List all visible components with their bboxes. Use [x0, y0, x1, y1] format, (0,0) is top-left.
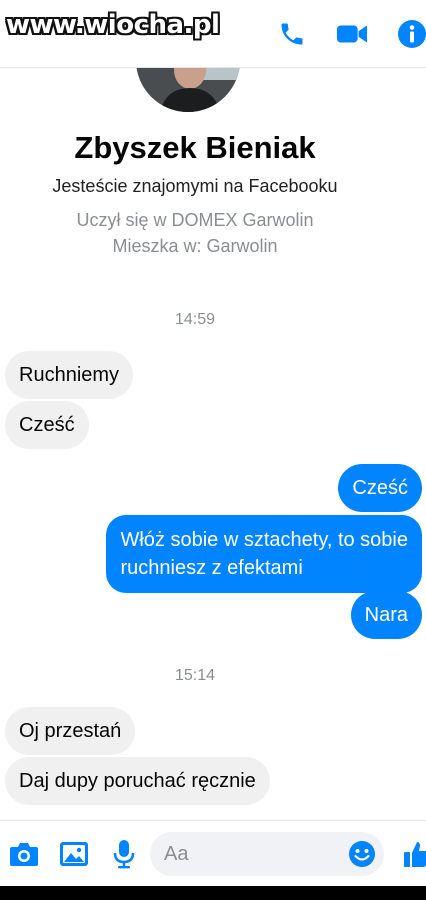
phone-icon[interactable] — [276, 18, 308, 50]
profile-education: Uczył się w DOMEX Garwolin — [76, 210, 314, 230]
timestamp: 14:59 — [174, 311, 216, 328]
message-text-line: Włóż sobie w sztachety, to sobie — [120, 529, 408, 551]
message-text: Nara — [364, 604, 408, 626]
incoming-message[interactable]: Oj przestań — [5, 707, 136, 755]
info-icon[interactable] — [396, 18, 426, 50]
emoji-icon[interactable] — [346, 838, 378, 870]
system-navigation-bar — [0, 886, 426, 900]
gallery-icon[interactable] — [58, 838, 90, 870]
timestamp: 15:14 — [174, 667, 216, 684]
video-camera-icon[interactable] — [336, 18, 368, 50]
message-composer — [0, 820, 426, 886]
friends-status: Jesteście znajomymi na Facebooku — [52, 176, 338, 196]
incoming-message[interactable]: Daj dupy poruchać ręcznie — [5, 757, 270, 805]
outgoing-message[interactable]: Nara — [350, 591, 422, 639]
message-input-container[interactable] — [150, 832, 384, 876]
message-text-line: ruchniesz z efektami — [120, 557, 303, 579]
profile-location: Mieszka w: Garwolin — [112, 236, 278, 256]
incoming-message[interactable]: Cześć — [5, 401, 89, 449]
outgoing-message[interactable]: Włóż sobie w sztachety, to sobie ruchnie… — [106, 515, 422, 593]
message-text: Cześć — [352, 477, 408, 499]
outgoing-message[interactable]: Cześć — [338, 464, 422, 512]
message-text: Cześć — [19, 414, 75, 436]
message-text: Ruchniemy — [19, 364, 120, 386]
incoming-message[interactable]: Ruchniemy — [5, 351, 134, 399]
message-text: Daj dupy poruchać ręcznie — [19, 770, 256, 792]
message-input[interactable] — [164, 832, 344, 876]
microphone-icon[interactable] — [108, 838, 140, 870]
thumbs-up-icon[interactable] — [400, 838, 426, 870]
profile-name: Zbyszek Bieniak — [74, 130, 316, 165]
watermark: www.wiocha.pl — [6, 10, 220, 40]
conversation-header: www.wiocha.pl — [0, 0, 426, 68]
message-text: Oj przestań — [19, 720, 122, 742]
camera-icon[interactable] — [8, 838, 40, 870]
